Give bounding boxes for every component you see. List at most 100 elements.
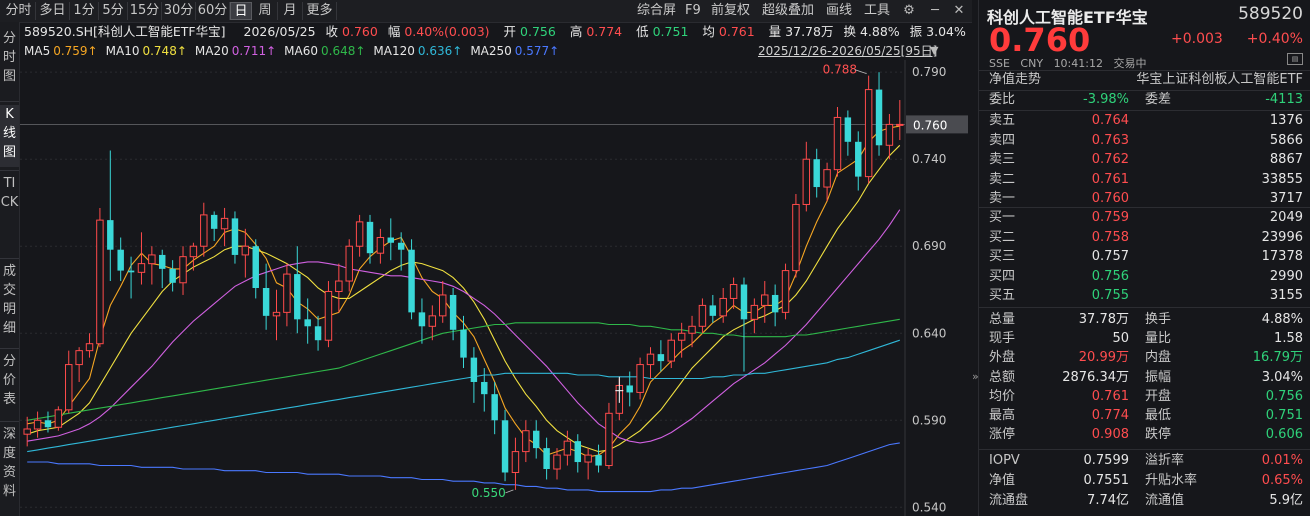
candle-body[interactable] [896, 123, 904, 126]
candle-body[interactable] [428, 315, 437, 327]
candle-body[interactable] [314, 326, 322, 341]
candle-body[interactable] [885, 123, 894, 146]
period-tab-10[interactable]: 更多 [303, 2, 337, 20]
candle-body[interactable] [563, 440, 572, 456]
candle-body[interactable] [439, 294, 447, 317]
candle-body[interactable] [491, 394, 498, 421]
bid-level-1-price[interactable]: 0.759 [1092, 208, 1129, 228]
candle-body[interactable] [304, 319, 311, 327]
candle-body[interactable] [65, 364, 73, 411]
tool-button-4[interactable]: 画线 [826, 2, 852, 20]
candle-body[interactable] [740, 284, 748, 320]
period-tab-9[interactable]: 月 [278, 2, 303, 20]
period-tab-7[interactable]: 日 [230, 2, 252, 20]
candle-body[interactable] [294, 274, 301, 320]
tool-button-5[interactable]: 工具 [864, 2, 890, 20]
period-tab-5[interactable]: 30分 [162, 2, 196, 20]
kline-chart[interactable]: 0.790 0.740 0.690 0.640 0.590 0.540 0.760 0.788… [20, 60, 972, 516]
candle-body[interactable] [54, 409, 63, 428]
candle-body[interactable] [159, 254, 166, 269]
candle-body[interactable] [595, 455, 602, 466]
bid-level-2-price[interactable]: 0.758 [1092, 228, 1129, 248]
bid-level-5-price[interactable]: 0.755 [1092, 286, 1129, 306]
candle-body[interactable] [605, 412, 613, 467]
candle-body[interactable] [23, 428, 31, 435]
candle-body[interactable] [501, 420, 509, 473]
bid-level-3-price[interactable]: 0.757 [1092, 247, 1129, 267]
candle-body[interactable] [761, 294, 769, 306]
ask-level-4-price[interactable]: 0.763 [1092, 131, 1129, 151]
period-tab-8[interactable]: 周 [253, 2, 278, 20]
candle-body[interactable] [44, 420, 52, 428]
candle-body[interactable] [169, 268, 176, 283]
candle-body[interactable] [231, 218, 239, 255]
candle-body[interactable] [532, 430, 540, 449]
candle-body[interactable] [688, 325, 696, 334]
candle-body[interactable] [272, 311, 281, 317]
candle-body[interactable] [387, 237, 395, 243]
gear-icon[interactable]: ⚙ [900, 2, 918, 20]
candle-body[interactable] [750, 304, 759, 320]
candle-body[interactable] [677, 332, 686, 341]
candle-body[interactable] [252, 246, 259, 288]
tool-button-2[interactable]: 前复权 [711, 2, 750, 20]
candle-body[interactable] [522, 430, 530, 453]
candle-body[interactable] [366, 221, 374, 254]
candle-body[interactable] [636, 364, 644, 393]
candle-body[interactable] [262, 288, 270, 316]
candle-body[interactable] [85, 343, 94, 352]
candle-body[interactable] [324, 290, 333, 341]
candle-body[interactable] [33, 419, 42, 430]
candle-body[interactable] [148, 254, 156, 265]
period-tab-3[interactable]: 5分 [99, 2, 128, 20]
candle-body[interactable] [626, 385, 633, 393]
side-tab-0[interactable]: 分时图 [0, 29, 19, 95]
tool-button-1[interactable]: F9 [685, 2, 701, 20]
candle-body[interactable] [210, 214, 218, 229]
bid-level-4-price[interactable]: 0.756 [1092, 267, 1129, 287]
candle-body[interactable] [335, 280, 343, 292]
candle-body[interactable] [667, 339, 675, 362]
date-range[interactable]: 2025/12/26-2026/05/25[95日] [758, 42, 937, 59]
candle-body[interactable] [481, 381, 488, 395]
tool-button-0[interactable]: 综合屏 [637, 2, 676, 20]
candle-body[interactable] [833, 116, 842, 171]
candle-body[interactable] [698, 304, 707, 327]
candle-body[interactable] [449, 294, 457, 330]
candle-body[interactable] [200, 214, 208, 247]
candle-body[interactable] [75, 350, 83, 366]
candle-body[interactable] [460, 329, 467, 358]
candle-body[interactable] [397, 242, 405, 250]
candle-body[interactable] [875, 89, 883, 146]
ask-level-3-price[interactable]: 0.762 [1092, 150, 1129, 170]
candle-body[interactable] [511, 451, 520, 473]
candle-body[interactable] [241, 245, 250, 256]
candle-body[interactable] [543, 448, 550, 470]
candle-body[interactable] [355, 221, 364, 247]
candle-body[interactable] [137, 263, 146, 273]
ask-level-1-price[interactable]: 0.760 [1092, 189, 1129, 209]
candle-body[interactable] [844, 117, 852, 142]
candle-body[interactable] [345, 245, 353, 282]
candle-body[interactable] [574, 441, 581, 463]
side-tab-4[interactable]: 分价表 [0, 352, 19, 416]
candle-body[interactable] [771, 294, 779, 313]
candle-body[interactable] [283, 273, 291, 313]
candle-body[interactable] [864, 89, 873, 178]
candle-body[interactable] [189, 245, 198, 258]
candle-body[interactable] [813, 159, 820, 188]
nav-trend-link[interactable]: 净值走势 [989, 70, 1041, 90]
period-tab-2[interactable]: 1分 [70, 2, 99, 20]
candle-body[interactable] [96, 219, 104, 345]
candle-body[interactable] [802, 158, 811, 205]
ask-level-2-price[interactable]: 0.761 [1092, 170, 1129, 190]
period-tab-0[interactable]: 分时 [2, 2, 36, 20]
candle-body[interactable] [646, 353, 655, 366]
candle-body[interactable] [220, 217, 229, 230]
candle-body[interactable] [781, 270, 790, 313]
tool-button-3[interactable]: 超级叠加 [762, 2, 814, 20]
candle-body[interactable] [418, 312, 426, 327]
candle-body[interactable] [823, 169, 831, 188]
chart-type-icon[interactable]: ▤ [1287, 53, 1303, 65]
candle-body[interactable] [729, 284, 738, 299]
